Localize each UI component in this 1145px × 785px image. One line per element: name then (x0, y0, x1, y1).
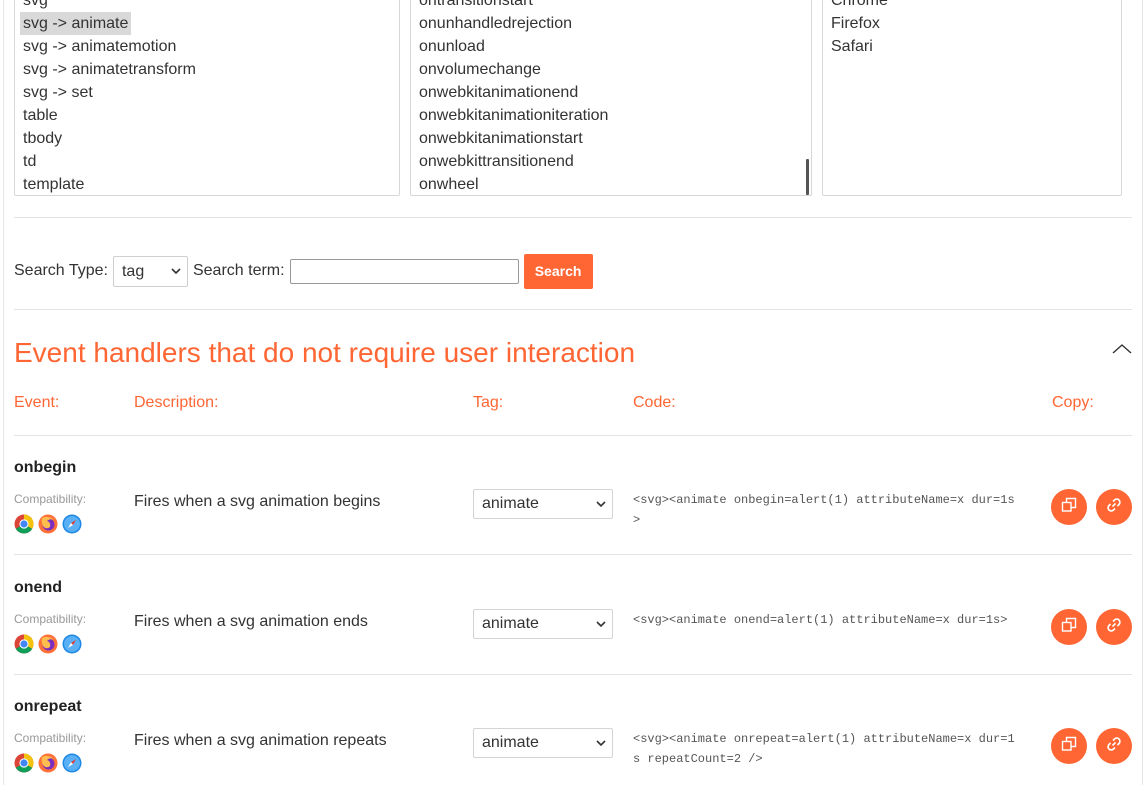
copy-link-button[interactable] (1096, 489, 1132, 525)
compatibility-label: Compatibility: (14, 612, 87, 626)
search-term-label: Search term: (192, 262, 285, 279)
divider (14, 674, 1132, 675)
chrome-icon (14, 634, 34, 659)
section-title: Event handlers that do not require user … (14, 337, 636, 368)
tag-option[interactable]: template (15, 173, 399, 195)
event-option[interactable]: onwebkitanimationend (411, 81, 811, 104)
chevron-down-icon (171, 257, 181, 286)
search-term-input[interactable] (289, 258, 519, 284)
column-header-tag: Tag: (473, 394, 504, 411)
tag-select[interactable]: animate (473, 609, 613, 639)
browser-icons (14, 634, 82, 659)
firefox-icon (38, 514, 58, 539)
browser-listbox[interactable]: Chrome Firefox Safari (822, 0, 1122, 196)
tag-option[interactable]: table (15, 104, 399, 127)
divider (14, 554, 1132, 555)
copy-button[interactable] (1051, 728, 1087, 764)
copy-icon (1061, 617, 1077, 638)
event-option[interactable]: onwebkitanimationiteration (411, 104, 811, 127)
browser-option[interactable]: Firefox (823, 12, 1121, 35)
tag-option[interactable]: svg -> animatemotion (15, 35, 399, 58)
column-header-description: Description: (134, 394, 219, 411)
event-description: Fires when a svg animation begins (134, 493, 381, 510)
tag-listbox[interactable]: svg svg -> animate svg -> animatemotion … (14, 0, 400, 196)
event-description: Fires when a svg animation ends (134, 613, 368, 630)
search-type-value: tag (121, 262, 145, 280)
search-bar: Search Type: tag Search term: Search (14, 253, 593, 289)
column-header-code: Code: (633, 394, 676, 411)
chevron-up-icon[interactable] (1111, 342, 1133, 356)
browser-option[interactable]: Chrome (823, 0, 1121, 12)
chevron-down-icon (596, 729, 606, 757)
event-option[interactable]: onwebkitanimationstart (411, 127, 811, 150)
tag-select[interactable]: animate (473, 489, 613, 519)
event-option[interactable]: onwheel (411, 173, 811, 195)
divider (14, 435, 1132, 436)
tag-option[interactable]: tbody (15, 127, 399, 150)
copy-icon (1061, 497, 1077, 518)
tag-option[interactable]: svg -> animatetransform (15, 58, 399, 81)
compatibility-label: Compatibility: (14, 492, 87, 506)
safari-icon (62, 514, 82, 539)
code-snippet: <svg><animate onrepeat=alert(1) attribut… (633, 732, 1015, 766)
event-option[interactable]: onvolumechange (411, 58, 811, 81)
chrome-icon (14, 514, 34, 539)
link-icon (1106, 497, 1122, 518)
safari-icon (62, 634, 82, 659)
code-snippet: <svg><animate onbegin=alert(1) attribute… (633, 493, 1015, 527)
link-icon (1106, 617, 1122, 638)
column-header-event: Event: (14, 394, 60, 411)
firefox-icon (38, 753, 58, 778)
event-name: onbegin (14, 459, 77, 476)
copy-button[interactable] (1051, 489, 1087, 525)
search-button[interactable]: Search (523, 253, 593, 289)
safari-icon (62, 753, 82, 778)
event-description: Fires when a svg animation repeats (134, 732, 387, 749)
tag-select[interactable]: animate (473, 728, 613, 758)
divider (14, 309, 1132, 310)
browser-icons (14, 514, 82, 539)
tag-option[interactable]: svg -> set (15, 81, 399, 104)
tag-option[interactable]: svg (15, 0, 399, 12)
chevron-down-icon (596, 610, 606, 638)
link-icon (1106, 736, 1122, 757)
column-header-copy: Copy: (1052, 394, 1094, 411)
event-name: onend (14, 579, 62, 596)
event-list-scrollbar[interactable] (806, 159, 809, 195)
browser-option[interactable]: Safari (823, 35, 1121, 58)
copy-icon (1061, 736, 1077, 757)
divider (14, 217, 1132, 218)
copy-link-button[interactable] (1096, 728, 1132, 764)
copy-link-button[interactable] (1096, 609, 1132, 645)
compatibility-label: Compatibility: (14, 731, 87, 745)
tag-select-value: animate (482, 615, 539, 632)
event-option[interactable]: onunhandledrejection (411, 12, 811, 35)
chrome-icon (14, 753, 34, 778)
event-listbox[interactable]: ontransitionstart onunhandledrejection o… (410, 0, 812, 196)
browser-icons (14, 753, 82, 778)
firefox-icon (38, 634, 58, 659)
event-option[interactable]: onwebkittransitionend (411, 150, 811, 173)
event-name: onrepeat (14, 698, 82, 715)
tag-option-selected[interactable]: svg -> animate (20, 12, 131, 35)
tag-option[interactable]: td (15, 150, 399, 173)
search-type-label: Search Type: (14, 262, 108, 279)
chevron-down-icon (596, 490, 606, 518)
event-option[interactable]: ontransitionstart (411, 0, 811, 12)
event-option[interactable]: onunload (411, 35, 811, 58)
code-snippet: <svg><animate onend=alert(1) attributeNa… (633, 613, 1008, 627)
copy-button[interactable] (1051, 609, 1087, 645)
tag-select-value: animate (482, 734, 539, 751)
tag-select-value: animate (482, 495, 539, 512)
search-type-select[interactable]: tag (112, 255, 188, 287)
